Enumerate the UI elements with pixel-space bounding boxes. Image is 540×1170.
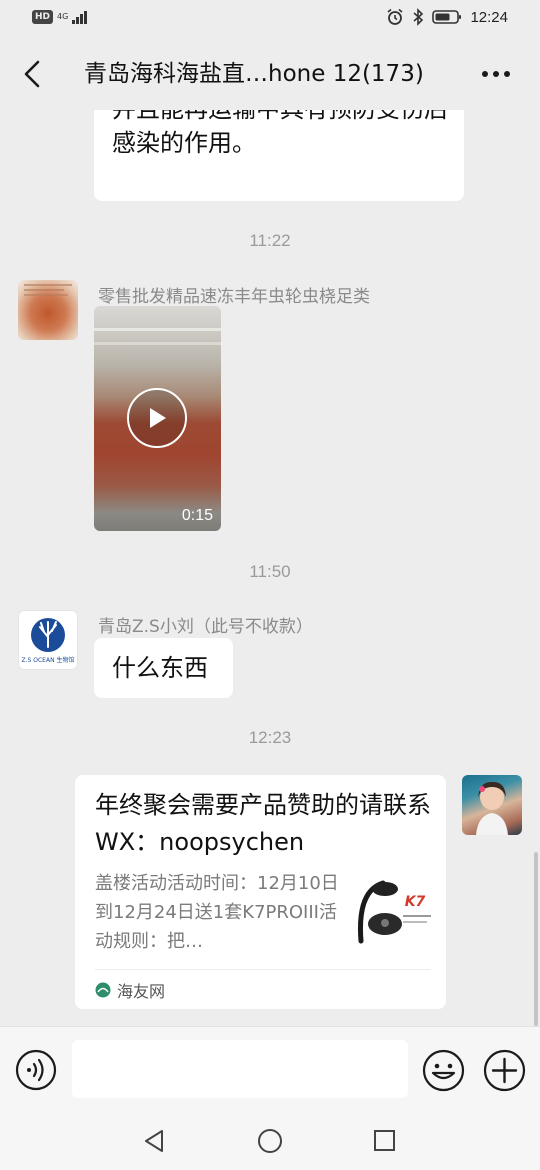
link-card-message[interactable]: 年终聚会需要产品赞助的请联系WX：noopsychen 盖楼活动活动时间：12月… [75,775,446,1009]
status-right: 12:24 [386,8,508,26]
plus-icon [483,1049,526,1092]
network-type-label: 4G [57,12,69,21]
message-bubble-text[interactable]: 什么东西 [94,638,233,698]
nav-recent-button[interactable] [372,1128,397,1153]
hd-icon: HD [32,10,54,24]
avatar[interactable]: Z.S OCEAN 生物馆 [18,610,78,670]
status-time: 12:24 [470,8,508,26]
avatar-logo-text: Z.S OCEAN 生物馆 [22,656,75,664]
card-title: 年终聚会需要产品赞助的请联系WX：noopsychen [95,791,431,856]
alarm-icon [387,8,403,25]
input-bar [0,1026,540,1112]
chevron-left-icon [24,60,40,88]
status-left: HD 4G [32,10,88,24]
voice-button[interactable] [15,1049,57,1091]
status-bar: HD 4G 12:24 [0,0,540,38]
emoji-button[interactable] [422,1049,465,1092]
back-button[interactable] [14,54,50,94]
nav-home-button[interactable] [256,1127,284,1155]
chat-message-list[interactable]: 白皮病及水炎病等细菌性感染病并且能再运输中具有预防受伤后感染的作用。 11:22… [0,110,540,1026]
video-duration: 0:15 [181,507,213,524]
card-source-name: 海友网 [117,982,166,1001]
sender-name: 零售批发精品速冻丰年虫轮虫桡足类 [98,287,370,307]
nav-back-button[interactable] [142,1128,168,1154]
avatar[interactable] [18,280,78,340]
message-input[interactable] [72,1040,408,1098]
play-icon [150,408,166,428]
message-timestamp: 11:22 [249,231,291,250]
card-source: 海友网 [95,978,165,1002]
nav-back-icon [145,1130,163,1152]
message-timestamp: 11:50 [249,562,291,581]
more-dots-icon [482,71,510,77]
play-button[interactable] [127,388,187,448]
sender-name: 青岛Z.S小刘（此号不收款） [98,617,313,637]
avatar-logo: Z.S OCEAN 生物馆 [22,618,75,664]
card-divider [95,969,431,970]
avatar-image [476,781,508,835]
my-avatar[interactable] [462,775,522,835]
card-description: 盖楼活动活动时间：12月10日到12月24日送1套K7PROIII活动规则：把… [95,873,339,952]
message-text: 白皮病及水炎病等细菌性感染病并且能再运输中具有预防受伤后感染的作用。 [112,110,448,157]
chat-header: 青岛海科海盐直…hone 12(173) [0,38,540,110]
voice-icon [15,1049,57,1091]
chat-scrollbar[interactable] [534,852,538,1026]
signal-icon [72,10,88,24]
nav-home-icon [258,1129,282,1153]
avatar-image [24,284,72,296]
product-brand-label: K7 [405,894,426,910]
message-bubble-text[interactable]: 白皮病及水炎病等细菌性感染病并且能再运输中具有预防受伤后感染的作用。 [94,110,464,201]
more-button[interactable] [476,58,516,90]
video-message[interactable]: 0:15 [94,306,221,531]
battery-icon [432,10,462,24]
system-nav-bar [0,1112,540,1170]
plus-button[interactable] [483,1049,526,1092]
message-timestamp: 12:23 [248,728,292,747]
source-logo-icon [95,982,111,998]
nav-recent-icon [374,1130,395,1151]
bluetooth-icon [413,8,424,26]
card-thumbnail: K7 [355,871,435,951]
emoji-icon [422,1049,465,1092]
chat-title: 青岛海科海盐直…hone 12(173) [84,61,424,87]
product-image: K7 [357,880,431,944]
message-text: 什么东西 [112,654,208,682]
